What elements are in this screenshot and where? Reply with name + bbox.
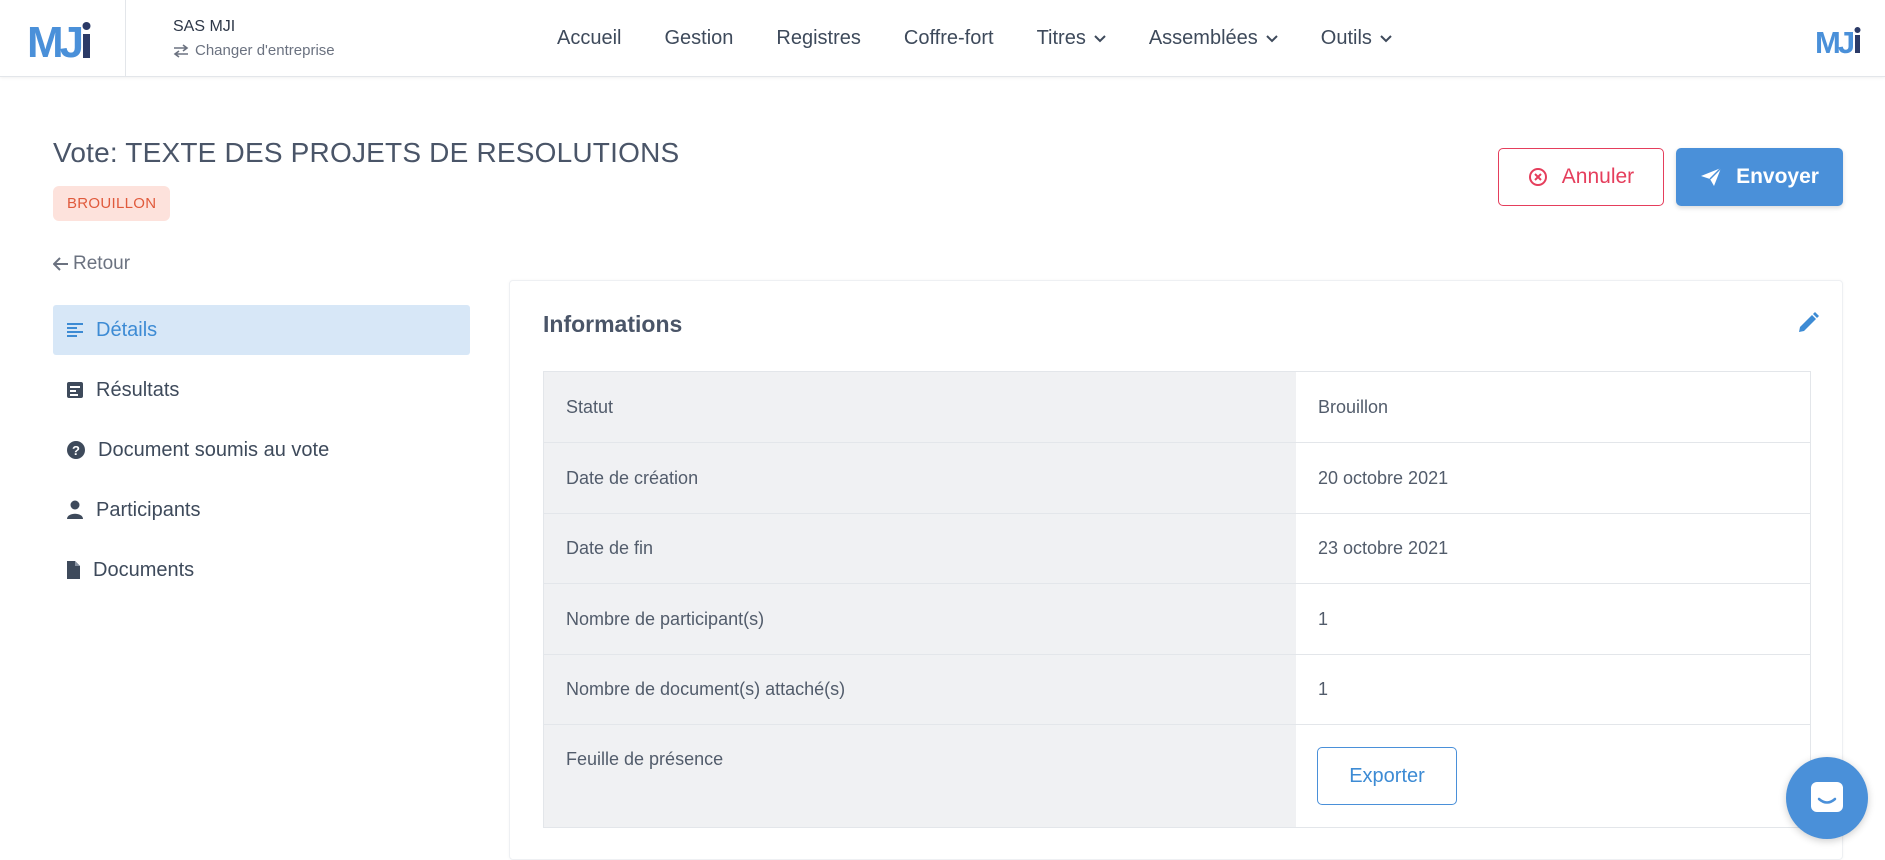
chevron-down-icon <box>1094 34 1106 42</box>
side-item-label: Résultats <box>96 378 180 401</box>
back-link[interactable]: Retour <box>53 253 130 275</box>
nav-gestion[interactable]: Gestion <box>664 27 733 50</box>
change-company-link[interactable]: Changer d'entreprise <box>173 41 335 61</box>
pencil-icon <box>1799 312 1819 332</box>
chevron-down-icon <box>1380 34 1392 42</box>
times-circle-icon <box>1528 168 1547 186</box>
informations-card: Informations Statut Brouillon Date de cr… <box>509 280 1843 860</box>
nav-registres[interactable]: Registres <box>776 27 860 50</box>
change-company-label: Changer d'entreprise <box>195 42 335 59</box>
side-item-label: Participants <box>96 498 201 521</box>
side-item-details[interactable]: Détails <box>53 305 470 355</box>
table-row: Feuille de présence Exporter <box>544 725 1810 827</box>
row-label: Nombre de participant(s) <box>544 584 1296 654</box>
row-value: Exporter <box>1296 725 1810 827</box>
cancel-button[interactable]: Annuler <box>1498 148 1664 206</box>
side-item-document-vote[interactable]: ? Document soumis au vote <box>53 425 470 475</box>
row-value: 1 <box>1296 584 1810 654</box>
question-circle-icon: ? <box>67 441 85 459</box>
side-item-resultats[interactable]: Résultats <box>53 365 470 415</box>
send-button[interactable]: Envoyer <box>1676 148 1843 206</box>
exchange-icon <box>173 44 189 58</box>
card-title: Informations <box>543 311 683 337</box>
nav-label: Gestion <box>664 27 734 49</box>
row-label: Statut <box>544 372 1296 442</box>
nav-label: Coffre-fort <box>903 27 994 49</box>
table-row: Nombre de participant(s) 1 <box>544 584 1810 655</box>
row-value: 1 <box>1296 655 1810 724</box>
nav-label: Registres <box>776 27 861 49</box>
nav-accueil[interactable]: Accueil <box>557 27 621 50</box>
nav-assemblees[interactable]: Assemblées <box>1149 27 1278 50</box>
export-button[interactable]: Exporter <box>1317 747 1457 805</box>
side-item-label: Documents <box>93 558 195 581</box>
nav-label: Accueil <box>557 27 622 49</box>
main-nav: Accueil Gestion Registres Coffre-fort Ti… <box>557 0 1435 77</box>
mji-logo-icon: MJ <box>27 18 90 63</box>
chat-icon <box>1811 782 1843 812</box>
nav-label: Outils <box>1320 27 1372 49</box>
side-item-label: Détails <box>96 318 158 341</box>
nav-label: Titres <box>1036 27 1086 49</box>
row-value: 20 octobre 2021 <box>1296 443 1810 513</box>
row-value: Brouillon <box>1296 372 1810 442</box>
arrow-left-icon <box>53 257 68 271</box>
side-item-documents[interactable]: Documents <box>53 545 470 595</box>
send-label: Envoyer <box>1736 165 1819 188</box>
logo[interactable]: MJ <box>0 0 126 77</box>
row-value: 23 octobre 2021 <box>1296 514 1810 583</box>
edit-button[interactable] <box>1796 311 1820 340</box>
info-table: Statut Brouillon Date de création 20 oct… <box>543 371 1811 828</box>
svg-text:MJ: MJ <box>1815 25 1854 56</box>
chat-launcher[interactable] <box>1786 757 1868 839</box>
row-label: Nombre de document(s) attaché(s) <box>544 655 1296 724</box>
mji-small-logo-icon: MJ <box>1815 25 1861 60</box>
chevron-down-icon <box>1266 34 1278 42</box>
top-navbar: MJ SAS MJI Changer d'entreprise Accueil … <box>0 0 1885 77</box>
company-name: SAS MJI <box>173 18 236 35</box>
nav-titres[interactable]: Titres <box>1037 27 1106 50</box>
svg-text:MJ: MJ <box>27 18 82 63</box>
partner-logo: MJ <box>1815 22 1867 61</box>
row-label: Feuille de présence <box>544 725 1296 827</box>
side-menu: Détails Résultats ? Document soumis au v… <box>53 305 470 605</box>
side-item-participants[interactable]: Participants <box>53 485 470 535</box>
nav-coffre-fort[interactable]: Coffre-fort <box>904 27 994 50</box>
align-left-icon <box>67 323 83 337</box>
poll-icon <box>67 382 83 398</box>
table-row: Nombre de document(s) attaché(s) 1 <box>544 655 1810 725</box>
file-icon <box>67 561 80 579</box>
back-label: Retour <box>73 253 131 274</box>
paper-plane-icon <box>1701 167 1722 186</box>
company-switcher[interactable]: SAS MJI Changer d'entreprise <box>173 17 335 61</box>
user-icon <box>67 500 83 519</box>
row-label: Date de fin <box>544 514 1296 583</box>
nav-outils[interactable]: Outils <box>1321 27 1392 50</box>
table-row: Date de fin 23 octobre 2021 <box>544 514 1810 584</box>
side-item-label: Document soumis au vote <box>98 438 330 461</box>
svg-text:?: ? <box>72 443 80 458</box>
table-row: Statut Brouillon <box>544 372 1810 443</box>
table-row: Date de création 20 octobre 2021 <box>544 443 1810 514</box>
status-badge: BROUILLON <box>53 186 171 221</box>
page-title: Vote: TEXTE DES PROJETS DE RESOLUTIONS <box>53 137 680 168</box>
cancel-label: Annuler <box>1561 165 1635 188</box>
row-label: Date de création <box>544 443 1296 513</box>
nav-label: Assemblées <box>1148 27 1258 49</box>
